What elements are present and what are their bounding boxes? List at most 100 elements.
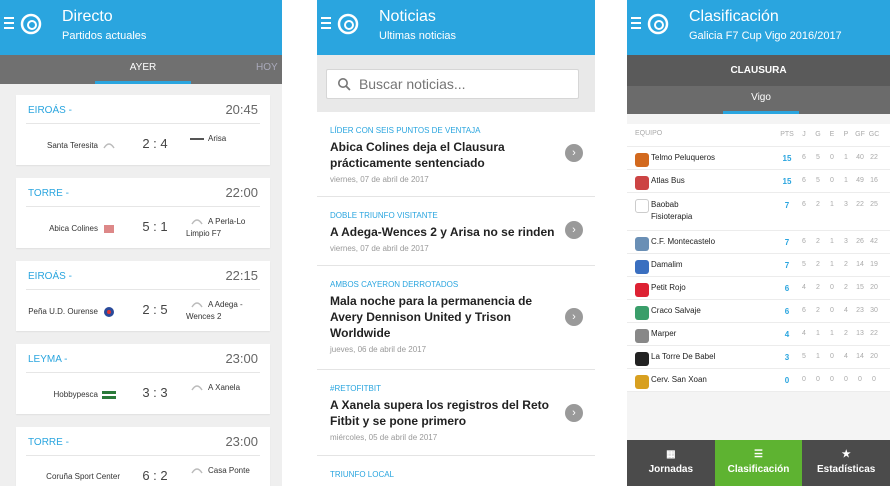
col-g: G xyxy=(815,131,821,138)
cell-p: 3 xyxy=(844,238,848,245)
team-crest-icon xyxy=(104,225,114,233)
tab-vigo[interactable]: Vigo xyxy=(723,86,799,114)
cell-gf: 22 xyxy=(856,201,864,208)
team-cell: C.F. Montecastelo xyxy=(635,237,715,251)
chevron-right-icon[interactable]: › xyxy=(565,221,583,239)
news-date: viernes, 07 de abril de 2017 xyxy=(330,244,429,253)
match-venue: EIROÁS - xyxy=(28,271,72,282)
match-venue: TORRE - xyxy=(28,188,69,199)
cell-gf: 13 xyxy=(856,330,864,337)
chevron-right-icon[interactable]: › xyxy=(565,404,583,422)
home-team: Hobbypesca xyxy=(54,389,120,401)
chevron-right-icon[interactable]: › xyxy=(565,144,583,162)
match-venue: LEYMA - xyxy=(28,354,68,365)
team-badge-icon xyxy=(635,199,649,213)
cell-p: 1 xyxy=(844,177,848,184)
cell-gf: 14 xyxy=(856,261,864,268)
cell-gf: 0 xyxy=(858,376,862,383)
news-item[interactable]: DOBLE TRIUNFO VISITANTE A Adega-Wences 2… xyxy=(317,197,595,266)
directo-screen: Directo Partidos actuales AYER HOY EIROÁ… xyxy=(0,0,282,486)
team-name: Marper xyxy=(651,329,677,338)
match-score: 6 : 2 xyxy=(142,468,168,483)
cell-gc: 16 xyxy=(870,177,878,184)
table-row[interactable]: Marper 4 4 1 1 2 13 22 xyxy=(627,323,890,346)
cell-gf: 14 xyxy=(856,353,864,360)
team-cell: Baobab Fisioterapia xyxy=(635,199,721,223)
search-box[interactable] xyxy=(326,69,579,99)
cell-pts: 15 xyxy=(782,177,792,186)
match-card[interactable]: EIROÁS - 20:45 Santa Teresita 2 : 4 Aris… xyxy=(16,95,270,165)
cell-pts: 7 xyxy=(784,261,790,270)
match-score: 2 : 5 xyxy=(142,302,168,317)
cell-p: 1 xyxy=(844,154,848,161)
cell-gc: 42 xyxy=(870,238,878,245)
nav-clasificacion[interactable]: ☰ Clasificación xyxy=(714,440,803,486)
cell-pts: 3 xyxy=(784,353,790,362)
team-cell: Petit Rojo xyxy=(635,283,686,297)
nav-jornadas[interactable]: ▦ Jornadas xyxy=(627,440,715,486)
table-row[interactable]: Damalim 7 5 2 1 2 14 19 xyxy=(627,254,890,277)
divider xyxy=(26,372,260,373)
table-header: EQUIPO PTS J G E P GF GC xyxy=(627,124,890,147)
team-name: Damalim xyxy=(651,260,683,269)
phase-tab[interactable]: CLAUSURA xyxy=(627,55,890,86)
team-name: Petit Rojo xyxy=(651,283,686,292)
table-row[interactable]: Baobab Fisioterapia 7 6 2 1 3 22 25 xyxy=(627,193,890,231)
table-row[interactable]: La Torre De Babel 3 5 1 0 4 14 20 xyxy=(627,346,890,369)
menu-icon[interactable] xyxy=(631,17,641,29)
nav-estadisticas[interactable]: ★ Estadísticas xyxy=(802,440,890,486)
away-team: A Perla-Lo Limpio F7 xyxy=(186,217,246,238)
app-logo-icon xyxy=(337,13,359,35)
team-crest-icon xyxy=(102,391,116,399)
match-time: 23:00 xyxy=(225,434,258,449)
team-crest-icon xyxy=(191,468,203,474)
match-card[interactable]: LEYMA - 23:00 Hobbypesca 3 : 3 A Xanela xyxy=(16,344,270,414)
table-row[interactable]: Craco Salvaje 6 6 2 0 4 23 30 xyxy=(627,300,890,323)
screen-title: Directo xyxy=(62,8,113,25)
cell-pts: 15 xyxy=(782,154,792,163)
cell-g: 2 xyxy=(816,261,820,268)
table-row[interactable]: Cerv. San Xoan 0 0 0 0 0 0 0 xyxy=(627,369,890,392)
news-headline: A Xanela supera los registros del Reto F… xyxy=(330,398,549,428)
table-row[interactable]: Petit Rojo 6 4 2 0 2 15 20 xyxy=(627,277,890,300)
day-tabs: AYER HOY xyxy=(0,55,282,84)
match-score: 5 : 1 xyxy=(142,219,168,234)
table-row[interactable]: Atlas Bus 15 6 5 0 1 49 16 xyxy=(627,170,890,193)
menu-icon[interactable] xyxy=(4,17,14,29)
table-row[interactable]: Telmo Peluqueros 15 6 5 0 1 40 22 xyxy=(627,147,890,170)
app-logo-icon xyxy=(20,13,42,35)
chevron-right-icon[interactable]: › xyxy=(565,308,583,326)
team-cell: Damalim xyxy=(635,260,683,274)
cell-p: 3 xyxy=(844,201,848,208)
standings-table: EQUIPO PTS J G E P GF GC Telmo Peluquero… xyxy=(627,124,890,392)
news-item[interactable]: TRIUNFO LOCAL xyxy=(317,456,595,486)
cell-p: 4 xyxy=(844,353,848,360)
match-card[interactable]: EIROÁS - 22:15 Peña U.D. Ourense 2 : 5 A… xyxy=(16,261,270,331)
cell-e: 1 xyxy=(830,201,834,208)
news-item[interactable]: LÍDER CON SEIS PUNTOS DE VENTAJA Abica C… xyxy=(317,112,595,197)
cell-e: 0 xyxy=(830,154,834,161)
match-time: 22:15 xyxy=(225,268,258,283)
team-name: Atlas Bus xyxy=(651,176,685,185)
search-input[interactable] xyxy=(358,76,578,92)
cell-j: 5 xyxy=(802,353,806,360)
team-crest-icon xyxy=(191,219,203,225)
team-cell: Marper xyxy=(635,329,676,343)
match-card[interactable]: TORRE - 23:00 Coruña Sport Center 6 : 2 … xyxy=(16,427,270,486)
table-row[interactable]: C.F. Montecastelo 7 6 2 1 3 26 42 xyxy=(627,231,890,254)
cell-j: 0 xyxy=(802,376,806,383)
tab-hoy[interactable]: HOY xyxy=(256,55,278,81)
news-list: LÍDER CON SEIS PUNTOS DE VENTAJA Abica C… xyxy=(317,112,595,486)
cell-j: 6 xyxy=(802,307,806,314)
menu-icon[interactable] xyxy=(321,17,331,29)
match-card[interactable]: TORRE - 22:00 Abica Colines 5 : 1 A Perl… xyxy=(16,178,270,248)
cell-gf: 15 xyxy=(856,284,864,291)
match-venue: EIROÁS - xyxy=(28,105,72,116)
team-name: Craco Salvaje xyxy=(651,306,701,315)
cell-pts: 6 xyxy=(784,284,790,293)
news-item[interactable]: #RETOFITBIT A Xanela supera los registro… xyxy=(317,370,595,456)
team-name: C.F. Montecastelo xyxy=(651,237,716,246)
tab-ayer[interactable]: AYER xyxy=(95,55,191,84)
news-item[interactable]: AMBOS CAYERON DERROTADOS Mala noche para… xyxy=(317,266,595,370)
screen-subtitle: Ultimas noticias xyxy=(379,30,457,42)
